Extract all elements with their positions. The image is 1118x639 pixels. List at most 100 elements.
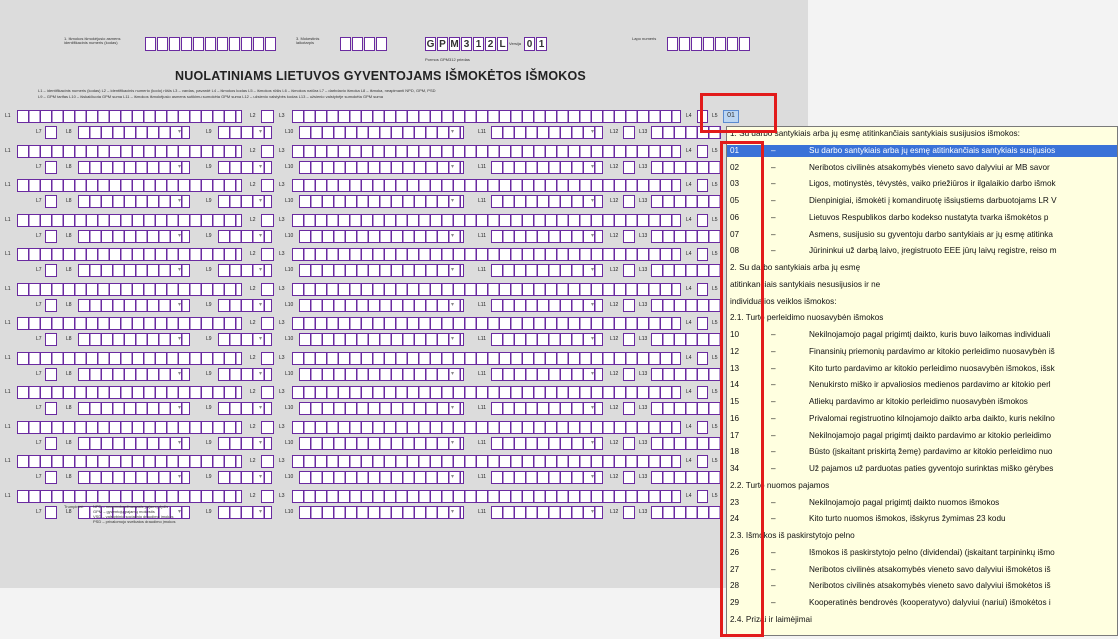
digit-cell[interactable] bbox=[667, 37, 678, 51]
country-code-field[interactable] bbox=[623, 160, 635, 174]
chevron-down-icon[interactable]: ▾ bbox=[589, 404, 596, 413]
employer-payment-field[interactable] bbox=[45, 505, 57, 519]
employer-payment-field[interactable] bbox=[45, 160, 57, 174]
digit-cell[interactable] bbox=[715, 37, 726, 51]
withheld-tax-field[interactable] bbox=[299, 195, 464, 208]
payment-kind-field[interactable] bbox=[697, 213, 708, 227]
chevron-down-icon[interactable]: ▾ bbox=[176, 163, 183, 172]
digit-cell[interactable] bbox=[364, 37, 375, 51]
chevron-down-icon[interactable]: ▾ bbox=[176, 266, 183, 275]
dropdown-option-06[interactable]: 06– Lietuvos Respublikos darbo kodekso nu… bbox=[727, 212, 1117, 224]
recipient-name-field[interactable] bbox=[292, 110, 681, 123]
chevron-down-icon[interactable]: ▾ bbox=[176, 370, 183, 379]
country-code-field[interactable] bbox=[623, 229, 635, 243]
payer-id-field[interactable] bbox=[145, 37, 277, 51]
foreign-tax-field[interactable] bbox=[651, 195, 721, 208]
withheld-tax-field[interactable] bbox=[299, 402, 464, 415]
digit-cell[interactable] bbox=[691, 37, 702, 51]
payment-kind-field[interactable] bbox=[697, 455, 708, 468]
period-field[interactable] bbox=[340, 37, 388, 51]
recipient-name-field[interactable] bbox=[292, 144, 681, 158]
foreign-tax-field[interactable] bbox=[651, 471, 721, 484]
chevron-down-icon[interactable]: ▾ bbox=[257, 508, 264, 517]
chevron-down-icon[interactable]: ▾ bbox=[589, 370, 596, 379]
amount-field[interactable] bbox=[78, 229, 190, 243]
paid-tax-field[interactable] bbox=[491, 264, 603, 277]
dropdown-option-16[interactable]: 16– Privalomai registruotino kilnojamojo … bbox=[727, 413, 1117, 425]
chevron-down-icon[interactable]: ▾ bbox=[589, 301, 596, 310]
foreign-tax-field[interactable] bbox=[651, 298, 721, 312]
dropdown-option-08[interactable]: 08– Jūrininkui už darbą laivo, įregistruo… bbox=[727, 245, 1117, 257]
country-code-field[interactable] bbox=[623, 367, 635, 381]
dropdown-option-18[interactable]: 18– Būsto (įskaitant priskirtą žemę) pard… bbox=[727, 446, 1117, 458]
id-type-field[interactable] bbox=[261, 455, 274, 468]
chevron-down-icon[interactable]: ▾ bbox=[257, 439, 264, 448]
digit-cell[interactable] bbox=[157, 37, 168, 51]
id-type-field[interactable] bbox=[261, 282, 274, 296]
amount-field[interactable] bbox=[78, 160, 190, 174]
payment-kind-field[interactable] bbox=[697, 179, 708, 192]
country-code-field[interactable] bbox=[623, 436, 635, 450]
dropdown-option-24[interactable]: 24– Kito turto nuomos išmokos, išskyrus ž… bbox=[727, 513, 1117, 525]
digit-cell[interactable] bbox=[352, 37, 363, 51]
amount-field[interactable] bbox=[78, 298, 190, 312]
paid-tax-field[interactable] bbox=[491, 298, 603, 312]
country-code-field[interactable] bbox=[623, 126, 635, 139]
dropdown-option-28[interactable]: 28– Neribotos civilinės atsakomybės viene… bbox=[727, 580, 1117, 592]
withheld-tax-field[interactable] bbox=[299, 126, 464, 139]
chevron-down-icon[interactable]: ▾ bbox=[589, 473, 596, 482]
amount-field[interactable] bbox=[78, 402, 190, 415]
amount-field[interactable] bbox=[78, 367, 190, 381]
digit-cell[interactable] bbox=[169, 37, 180, 51]
dropdown-option-34[interactable]: 34– Už pajamos už parduotas paties gyvent… bbox=[727, 463, 1117, 475]
paid-tax-field[interactable] bbox=[491, 367, 603, 381]
chevron-down-icon[interactable]: ▾ bbox=[257, 163, 264, 172]
foreign-tax-field[interactable] bbox=[651, 402, 721, 415]
recipient-id-field[interactable] bbox=[17, 386, 242, 399]
withheld-tax-field[interactable] bbox=[299, 333, 464, 346]
employer-payment-field[interactable] bbox=[45, 333, 57, 346]
chevron-down-icon[interactable]: ▾ bbox=[257, 301, 264, 310]
dropdown-option-17[interactable]: 17– Nekilnojamojo pagal prigimtį daikto p… bbox=[727, 430, 1117, 442]
foreign-tax-field[interactable] bbox=[651, 505, 721, 519]
recipient-name-field[interactable] bbox=[292, 386, 681, 399]
digit-cell[interactable] bbox=[679, 37, 690, 51]
recipient-name-field[interactable] bbox=[292, 420, 681, 434]
chevron-down-icon[interactable]: ▾ bbox=[589, 335, 596, 344]
dropdown-option-15[interactable]: 15– Atliekų pardavimo ar kitokio perleidi… bbox=[727, 396, 1117, 408]
id-type-field[interactable] bbox=[261, 317, 274, 330]
recipient-id-field[interactable] bbox=[17, 179, 242, 192]
chevron-down-icon[interactable]: ▾ bbox=[589, 197, 596, 206]
chevron-down-icon[interactable]: ▾ bbox=[449, 439, 456, 448]
digit-cell[interactable] bbox=[739, 37, 750, 51]
chevron-down-icon[interactable]: ▾ bbox=[449, 163, 456, 172]
recipient-name-field[interactable] bbox=[292, 213, 681, 227]
employer-payment-field[interactable] bbox=[45, 126, 57, 139]
chevron-down-icon[interactable]: ▾ bbox=[176, 473, 183, 482]
recipient-name-field[interactable] bbox=[292, 317, 681, 330]
paid-tax-field[interactable] bbox=[491, 402, 603, 415]
recipient-id-field[interactable] bbox=[17, 248, 242, 261]
recipient-name-field[interactable] bbox=[292, 351, 681, 365]
chevron-down-icon[interactable]: ▾ bbox=[589, 439, 596, 448]
paid-tax-field[interactable] bbox=[491, 229, 603, 243]
chevron-down-icon[interactable]: ▾ bbox=[589, 163, 596, 172]
recipient-id-field[interactable] bbox=[17, 489, 242, 503]
withheld-tax-field[interactable] bbox=[299, 505, 464, 519]
chevron-down-icon[interactable]: ▾ bbox=[176, 232, 183, 241]
chevron-down-icon[interactable]: ▾ bbox=[176, 439, 183, 448]
recipient-id-field[interactable] bbox=[17, 455, 242, 468]
recipient-name-field[interactable] bbox=[292, 179, 681, 192]
employer-payment-field[interactable] bbox=[45, 471, 57, 484]
chevron-down-icon[interactable]: ▾ bbox=[449, 404, 456, 413]
digit-cell[interactable] bbox=[193, 37, 204, 51]
recipient-id-field[interactable] bbox=[17, 144, 242, 158]
amount-field[interactable] bbox=[78, 471, 190, 484]
payment-kind-field[interactable] bbox=[697, 144, 708, 158]
recipient-id-field[interactable] bbox=[17, 282, 242, 296]
chevron-down-icon[interactable]: ▾ bbox=[589, 508, 596, 517]
chevron-down-icon[interactable]: ▾ bbox=[176, 128, 183, 137]
country-code-field[interactable] bbox=[623, 333, 635, 346]
employer-payment-field[interactable] bbox=[45, 402, 57, 415]
digit-cell[interactable] bbox=[703, 37, 714, 51]
